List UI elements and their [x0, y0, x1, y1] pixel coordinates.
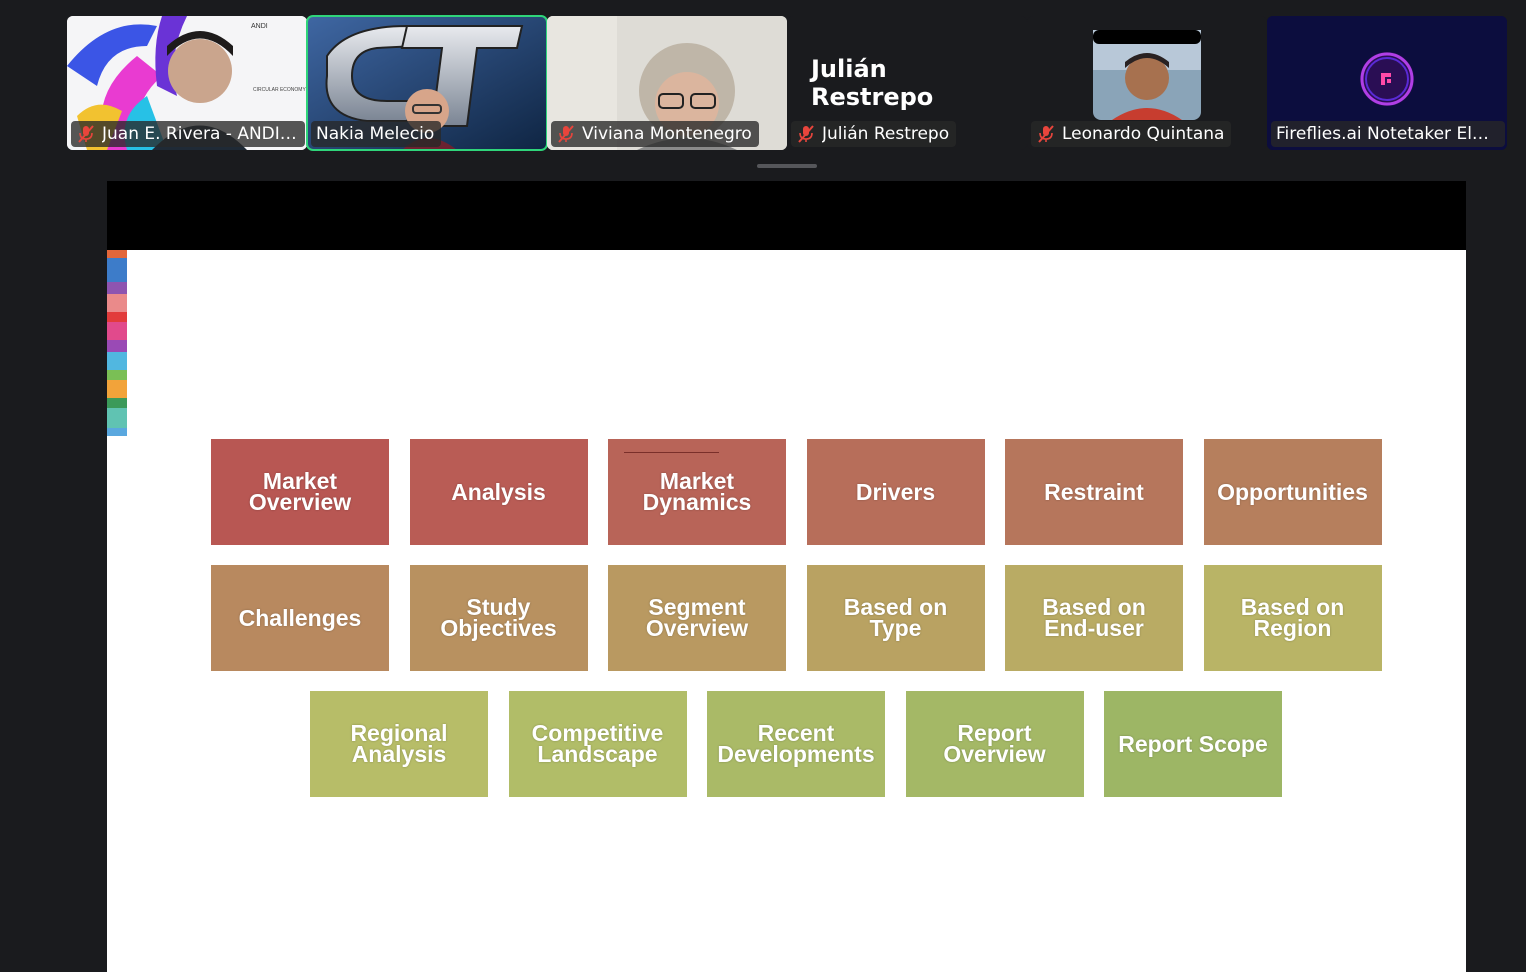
- topic-label: Challenges: [238, 604, 362, 631]
- topic-box-challenges: Challenges: [211, 565, 389, 671]
- topic-label: Based on Region: [1240, 594, 1345, 641]
- participant-name-pill: Viviana Montenegro: [551, 121, 759, 147]
- topic-box-report-scope: Report Scope: [1104, 691, 1282, 797]
- participant-name: Fireflies.ai Notetaker Elys ...: [1276, 124, 1498, 144]
- topic-label: Competitive Landscape: [531, 720, 664, 767]
- topic-box-based-on-region: Based on Region: [1203, 565, 1382, 671]
- participant-name-pill: Julián Restrepo: [791, 121, 957, 147]
- participant-tile-viviana[interactable]: Viviana Montenegro: [547, 16, 787, 150]
- participant-name: Leonardo Quintana: [1062, 124, 1225, 144]
- participant-tile-leonardo[interactable]: Leonardo Quintana: [1027, 16, 1267, 150]
- participant-name: Juan E. Rivera - ANDI ...: [102, 124, 298, 144]
- muted-mic-icon: [796, 124, 816, 144]
- topic-label: Analysis: [451, 478, 546, 505]
- participant-tile-julian[interactable]: Julián Restrepo Julián Restrepo: [787, 16, 1027, 150]
- participant-name-pill: Juan E. Rivera - ANDI ...: [71, 121, 305, 147]
- topic-label: Based on Type: [843, 594, 948, 641]
- topic-label: Restraint: [1044, 478, 1144, 505]
- participant-name-pill: Leonardo Quintana: [1031, 121, 1232, 147]
- topic-box-market-dynamics: Market Dynamics: [608, 439, 786, 545]
- topic-box-segment-overview: Segment Overview: [608, 565, 786, 671]
- slide-annotation-line: [624, 452, 719, 453]
- topic-box-opportunities: Opportunities: [1203, 439, 1382, 545]
- topic-label: Segment Overview: [645, 594, 749, 641]
- topic-box-recent-developments: Recent Developments: [707, 691, 885, 797]
- topic-label: Regional Analysis: [350, 720, 448, 767]
- topic-label: Report Overview: [943, 720, 1046, 767]
- participant-tile-fireflies[interactable]: Fireflies.ai Notetaker Elys ...: [1267, 16, 1507, 150]
- svg-text:ANDI: ANDI: [251, 23, 268, 30]
- participant-tile-juan[interactable]: ANDI CIRCULAR ECONOMY Juan E. Rivera - A…: [67, 16, 307, 150]
- participant-name: Nakia Melecio: [316, 124, 435, 144]
- participant-name-pill: Nakia Melecio: [311, 121, 442, 147]
- topic-box-drivers: Drivers: [806, 439, 985, 545]
- participant-name-pill: Fireflies.ai Notetaker Elys ...: [1271, 121, 1505, 147]
- participant-name: Viviana Montenegro: [582, 124, 752, 144]
- muted-mic-icon: [76, 124, 96, 144]
- topic-box-based-on-type: Based on Type: [806, 565, 985, 671]
- muted-mic-icon: [556, 124, 576, 144]
- topic-box-based-on-end-user: Based on End-user: [1005, 565, 1183, 671]
- topic-box-analysis: Analysis: [409, 439, 588, 545]
- topic-box-regional-analysis: Regional Analysis: [310, 691, 488, 797]
- topic-label: Opportunities: [1217, 478, 1368, 505]
- topic-grid: Market Overview Analysis Market Dynamics Driv…: [107, 181, 1466, 972]
- topic-label: Market Dynamics: [642, 468, 752, 515]
- topic-label: Report Scope: [1118, 730, 1268, 757]
- topic-label: Study Objectives: [440, 594, 557, 641]
- strip-resize-handle[interactable]: [757, 164, 817, 168]
- topic-box-market-overview: Market Overview: [211, 439, 389, 545]
- topic-label: Based on End-user: [1042, 594, 1146, 641]
- topic-box-restraint: Restraint: [1005, 439, 1183, 545]
- participant-name: Julián Restrepo: [822, 124, 950, 144]
- topic-label: Market Overview: [248, 468, 352, 515]
- participant-strip: ANDI CIRCULAR ECONOMY Juan E. Rivera - A…: [0, 0, 1526, 168]
- topic-box-study-objectives: Study Objectives: [409, 565, 588, 671]
- shared-screen: Market Overview Analysis Market Dynamics Driv…: [107, 181, 1466, 972]
- topic-box-report-overview: Report Overview: [905, 691, 1084, 797]
- topic-label: Recent Developments: [717, 720, 875, 767]
- topic-label: Drivers: [855, 478, 936, 505]
- topic-box-competitive-landscape: Competitive Landscape: [508, 691, 687, 797]
- participant-tile-nakia[interactable]: Nakia Melecio: [306, 15, 548, 151]
- muted-mic-icon: [1036, 124, 1056, 144]
- svg-text:CIRCULAR ECONOMY: CIRCULAR ECONOMY: [253, 87, 306, 93]
